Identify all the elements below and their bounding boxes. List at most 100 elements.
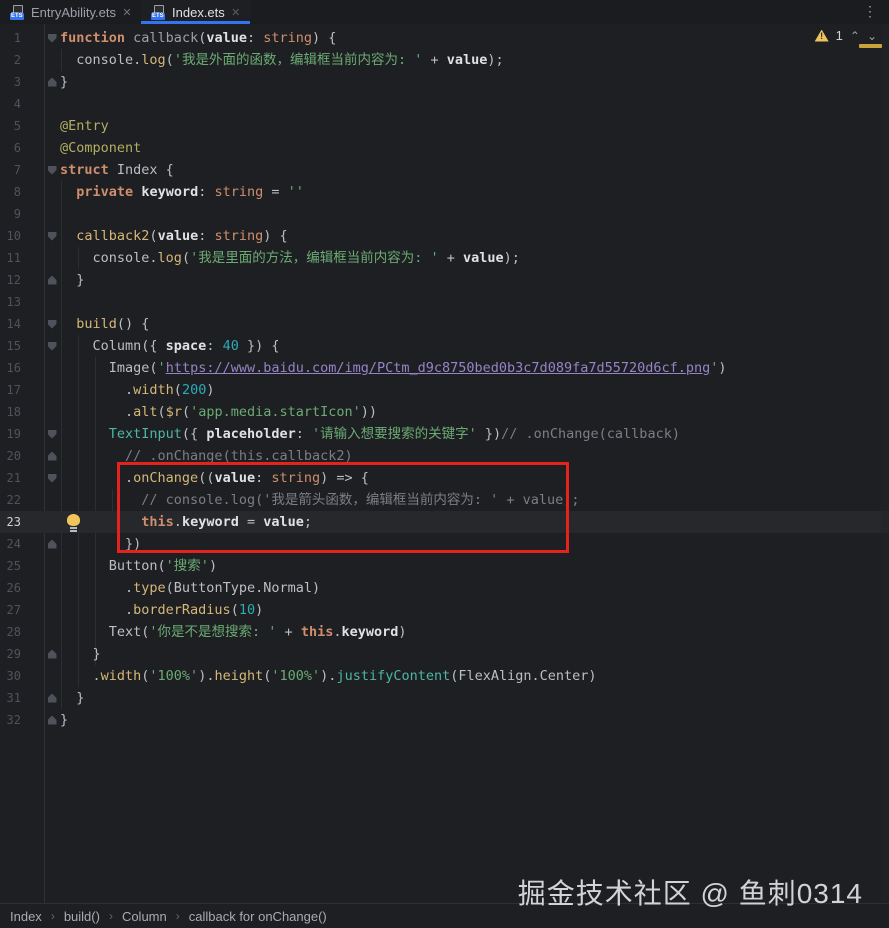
gutter-annotation-column <box>21 203 44 225</box>
gutter-annotation-column <box>21 643 44 665</box>
code-line[interactable]: 21 .onChange((value: string) => { <box>0 467 889 489</box>
chevron-right-icon <box>176 909 180 923</box>
fold-region-open-icon[interactable] <box>47 429 57 439</box>
code-line[interactable]: 27 .borderRadius(10) <box>0 599 889 621</box>
code-line[interactable]: 15 Column({ space: 40 }) { <box>0 335 889 357</box>
code-line[interactable]: 25 Button('搜索') <box>0 555 889 577</box>
fold-region-open-icon[interactable] <box>47 33 57 43</box>
code-line[interactable]: 24 }) <box>0 533 889 555</box>
code-line[interactable]: 28 Text('你是不是想搜索: ' + this.keyword) <box>0 621 889 643</box>
gutter-annotation-column <box>21 621 44 643</box>
code-line[interactable]: 4 <box>0 93 889 115</box>
code-text: } <box>60 690 85 706</box>
fold-region-open-icon[interactable] <box>47 231 57 241</box>
breadcrumb-item-build[interactable]: build() <box>64 909 100 924</box>
code-line[interactable]: 9 <box>0 203 889 225</box>
intention-bulb-icon[interactable] <box>67 514 80 529</box>
breadcrumb-item-column[interactable]: Column <box>122 909 167 924</box>
code-line[interactable]: 32} <box>0 709 889 731</box>
code-line[interactable]: 31 } <box>0 687 889 709</box>
fold-region-end-icon[interactable] <box>47 715 57 725</box>
code-line[interactable]: 29 } <box>0 643 889 665</box>
fold-region-end-icon[interactable] <box>47 539 57 549</box>
line-number: 14 <box>6 317 21 331</box>
code-line[interactable]: 7 struct Index { <box>0 159 889 181</box>
code-text: // console.log('我是箭头函数，编辑框当前内容为: ' + val… <box>141 492 580 508</box>
fold-region-open-icon[interactable] <box>47 341 57 351</box>
line-number: 12 <box>6 273 21 287</box>
breadcrumb-item-index[interactable]: Index <box>10 909 42 924</box>
code-line[interactable]: 26 .type(ButtonType.Normal) <box>0 577 889 599</box>
code-line[interactable]: 10 callback2(value: string) { <box>0 225 889 247</box>
prev-problem-chevron-up-icon[interactable]: ⌃ <box>850 30 860 42</box>
line-number: 1 <box>13 31 21 45</box>
tab-close-icon[interactable] <box>121 6 133 19</box>
code-line[interactable]: 6 @Component <box>0 137 889 159</box>
code-line[interactable]: 20 // .onChange(this.callback2) <box>0 445 889 467</box>
code-line[interactable]: 30 .width('100%').height('100%').justify… <box>0 665 889 687</box>
code-line[interactable]: 22 // console.log('我是箭头函数，编辑框当前内容为: ' + … <box>0 489 889 511</box>
inspections-widget[interactable]: 1 ⌃ ⌄ <box>814 28 877 43</box>
chevron-right-icon <box>51 909 55 923</box>
gutter-annotation-column <box>21 269 44 291</box>
fold-region-open-icon[interactable] <box>47 319 57 329</box>
line-number: 13 <box>6 295 21 309</box>
code-text: Image('https://www.baidu.com/img/PCtm_d9… <box>60 360 727 376</box>
code-text: struct Index { <box>60 162 174 178</box>
tab-close-icon[interactable] <box>230 6 242 19</box>
kebab-menu-icon[interactable] <box>863 0 889 24</box>
line-number: 28 <box>6 625 21 639</box>
breadcrumb-item-callback[interactable]: callback for onChange() <box>189 909 327 924</box>
code-line[interactable]: 3} <box>0 71 889 93</box>
line-number: 27 <box>6 603 21 617</box>
code-line[interactable]: 5 @Entry <box>0 115 889 137</box>
code-line[interactable]: 17 .width(200) <box>0 379 889 401</box>
code-text: build() { <box>76 316 150 332</box>
code-text: Text('你是不是想搜索: ' + this.keyword) <box>60 624 407 640</box>
gutter-icon-cell <box>44 181 60 203</box>
code-line[interactable]: 23 this.keyword = value; <box>0 511 889 533</box>
chevron-right-icon <box>109 909 113 923</box>
fold-region-open-icon[interactable] <box>47 473 57 483</box>
code-line[interactable]: 19 TextInput({ placeholder: '请输入想要搜索的关键字… <box>0 423 889 445</box>
tab-label: Index.ets <box>172 4 225 20</box>
line-number: 20 <box>6 449 21 463</box>
fold-region-end-icon[interactable] <box>47 77 57 87</box>
line-number: 8 <box>13 185 21 199</box>
gutter-annotation-column <box>21 577 44 599</box>
line-number: 22 <box>6 493 21 507</box>
line-number: 29 <box>6 647 21 661</box>
gutter-icon-cell <box>44 555 60 577</box>
code-line[interactable]: 1 function callback(value: string) { <box>0 27 889 49</box>
gutter-icon-cell <box>44 335 60 357</box>
tab-entryability-ets[interactable]: ETS EntryAbility.ets <box>0 0 141 24</box>
gutter-icon-cell <box>44 709 60 731</box>
fold-region-end-icon[interactable] <box>47 275 57 285</box>
gutter-icon-cell <box>44 159 60 181</box>
next-problem-chevron-down-icon[interactable]: ⌄ <box>867 30 877 42</box>
tab-label: EntryAbility.ets <box>31 4 117 20</box>
code-text: // .onChange(this.callback2) <box>125 448 353 464</box>
gutter-annotation-column <box>21 511 44 533</box>
code-line[interactable]: 13 <box>0 291 889 313</box>
code-line[interactable]: 12 } <box>0 269 889 291</box>
fold-region-end-icon[interactable] <box>47 451 57 461</box>
line-number: 21 <box>6 471 21 485</box>
fold-region-end-icon[interactable] <box>47 693 57 703</box>
tab-index-ets[interactable]: ETS Index.ets <box>141 0 250 24</box>
code-line[interactable]: 8 private keyword: string = '' <box>0 181 889 203</box>
warning-count: 1 <box>835 28 843 43</box>
code-line[interactable]: 14 build() { <box>0 313 889 335</box>
line-number: 2 <box>13 53 21 67</box>
gutter-icon-cell <box>44 71 60 93</box>
fold-region-end-icon[interactable] <box>47 649 57 659</box>
error-stripe-warning-mark[interactable] <box>859 44 882 48</box>
code-line[interactable]: 11 console.log('我是里面的方法，编辑框当前内容为: ' + va… <box>0 247 889 269</box>
code-line[interactable]: 16 Image('https://www.baidu.com/img/PCtm… <box>0 357 889 379</box>
code-editor[interactable]: 1 function callback(value: string) {2 con… <box>0 24 889 903</box>
gutter-icon-cell <box>44 621 60 643</box>
fold-region-open-icon[interactable] <box>47 165 57 175</box>
code-line[interactable]: 18 .alt($r('app.media.startIcon')) <box>0 401 889 423</box>
error-stripe-track[interactable] <box>881 24 889 903</box>
code-line[interactable]: 2 console.log('我是外面的函数，编辑框当前内容为: ' + val… <box>0 49 889 71</box>
